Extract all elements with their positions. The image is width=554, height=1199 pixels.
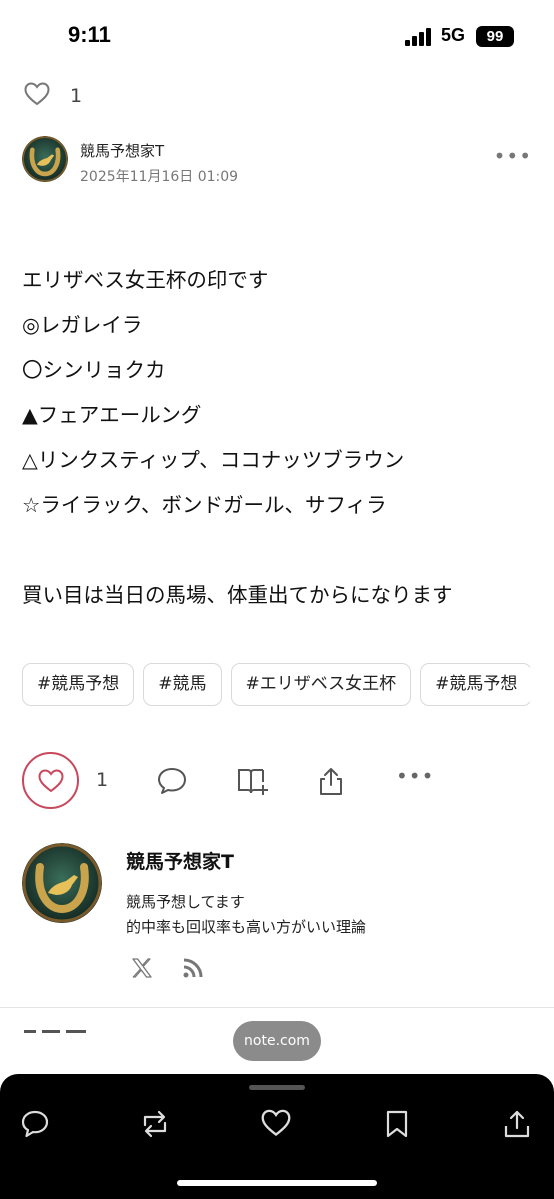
- hashtag-chip[interactable]: #競馬予想: [22, 663, 135, 706]
- article-line: ◎レガレイラ: [22, 313, 143, 337]
- battery-icon: 99: [476, 26, 514, 47]
- more-options-icon[interactable]: •••: [494, 144, 532, 168]
- like-button[interactable]: [22, 752, 79, 809]
- bottom-toolbar: [0, 1074, 554, 1199]
- top-like-count: 1: [70, 85, 83, 107]
- author-card-bio: 競馬予想してます: [126, 893, 245, 911]
- x-icon[interactable]: [130, 956, 154, 984]
- share-icon[interactable]: [503, 1109, 531, 1143]
- author-card-bio: 的中率も回収率も高い方がいい理論: [126, 918, 367, 936]
- sheet-grabber[interactable]: [249, 1085, 305, 1090]
- bookmark-icon[interactable]: [384, 1109, 410, 1143]
- author-avatar[interactable]: [22, 136, 68, 182]
- share-icon[interactable]: [316, 766, 346, 800]
- author-card-name[interactable]: 競馬予想家T: [126, 847, 234, 874]
- article-line: △リンクスティップ、ココナッツブラウン: [22, 448, 405, 472]
- article-line: エリザベス女王杯の印です: [22, 268, 269, 292]
- magazine-add-icon[interactable]: [236, 766, 270, 800]
- hashtag-chip[interactable]: #競馬予想: [420, 663, 530, 706]
- article-blank-line: [22, 528, 532, 573]
- rss-icon[interactable]: [181, 956, 205, 984]
- author-row[interactable]: 競馬予想家T 2025年11月16日 01:09 •••: [22, 136, 532, 186]
- reply-icon[interactable]: [20, 1109, 50, 1143]
- post-date: 2025年11月16日 01:09: [80, 169, 239, 185]
- heart-outline-icon[interactable]: [24, 82, 50, 110]
- article-line: ☆ライラック、ボンドガール、サフィラ: [22, 493, 387, 517]
- author-name[interactable]: 競馬予想家T: [80, 140, 164, 161]
- article-line: ▲フェアエールング: [22, 403, 202, 427]
- like-icon[interactable]: [261, 1109, 291, 1141]
- network-label: 5G: [441, 25, 466, 45]
- repost-icon[interactable]: [139, 1109, 171, 1143]
- article-body: エリザベス女王杯の印です ◎レガレイラ 〇シンリョクカ ▲フェアエールング △リ…: [22, 258, 532, 618]
- author-card-avatar[interactable]: [22, 843, 102, 923]
- url-pill[interactable]: note.com: [233, 1021, 321, 1061]
- heart-icon: [38, 769, 64, 793]
- hashtag-chip[interactable]: #競馬: [143, 663, 222, 706]
- hashtag-list: #競馬予想 #競馬 #エリザベス女王杯 #競馬予想: [22, 663, 530, 707]
- signal-icon: [405, 28, 435, 46]
- article-line: 〇シンリョクカ: [22, 358, 166, 382]
- status-bar: 9:11 5G 99: [0, 0, 554, 72]
- action-row: 1 •••: [22, 752, 532, 810]
- hashtag-chip[interactable]: #エリザベス女王杯: [230, 663, 412, 706]
- home-indicator: [177, 1180, 377, 1186]
- divider: [0, 1007, 554, 1008]
- clipped-text: [24, 1030, 104, 1038]
- more-icon[interactable]: •••: [396, 764, 434, 788]
- comment-icon[interactable]: [156, 766, 188, 800]
- top-like-row: 1: [24, 82, 82, 110]
- like-count: 1: [96, 769, 109, 791]
- status-time: 9:11: [68, 22, 111, 47]
- article-line: 買い目は当日の馬場、体重出てからになります: [22, 583, 453, 607]
